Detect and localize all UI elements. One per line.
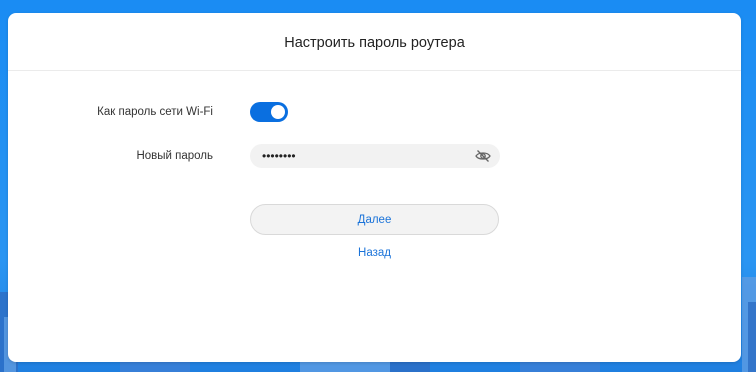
header-divider [8, 70, 741, 71]
wifi-password-toggle-label: Как пароль сети Wi-Fi [97, 106, 213, 118]
next-button[interactable]: Далее [250, 204, 499, 235]
new-password-label: Новый пароль [136, 150, 213, 162]
wifi-password-toggle[interactable] [250, 102, 288, 122]
setup-dialog: Настроить пароль роутера Как пароль сети… [8, 13, 741, 362]
toggle-knob [271, 105, 285, 119]
dialog-title: Настроить пароль роутера [284, 35, 465, 51]
back-link[interactable]: Назад [250, 247, 499, 259]
new-password-input[interactable] [250, 144, 500, 168]
eye-off-icon[interactable] [475, 149, 491, 163]
